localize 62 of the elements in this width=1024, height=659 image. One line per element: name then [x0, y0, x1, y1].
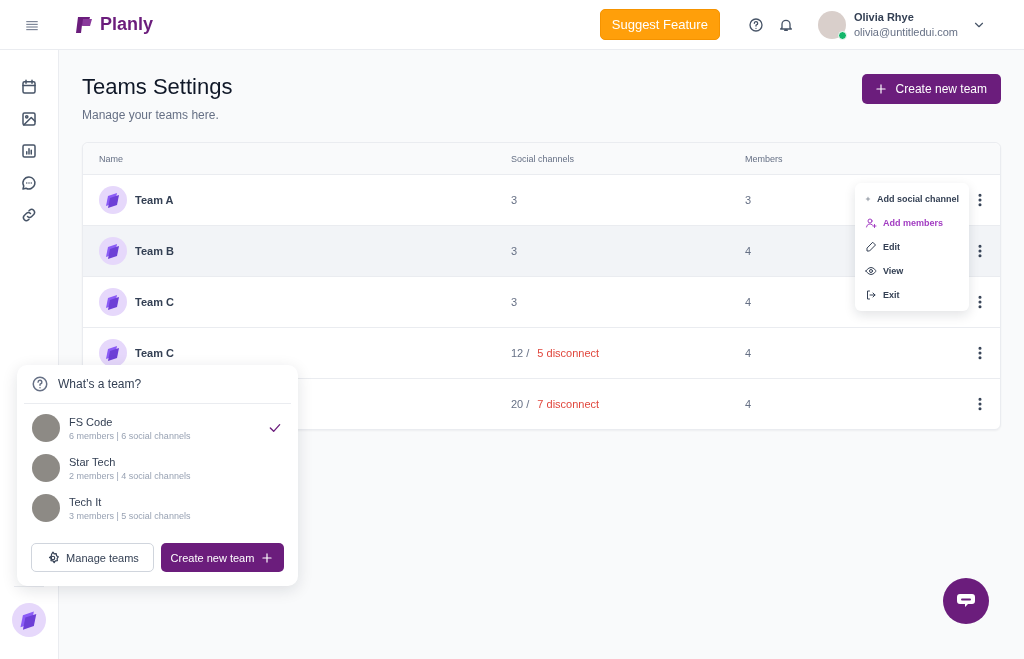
team-logo-icon: [99, 339, 127, 367]
team-name: Team C: [135, 296, 174, 308]
chat-bubble-icon[interactable]: [20, 174, 38, 192]
team-option[interactable]: Star Tech 2 members | 4 social channels: [24, 448, 291, 488]
team-name: Tech It: [69, 495, 103, 508]
help-icon[interactable]: [31, 375, 49, 393]
team-switcher-icon[interactable]: [12, 603, 46, 637]
social-channels-count: 3: [511, 194, 518, 206]
team-details: 3 members | 5 social channels: [69, 510, 192, 521]
members-count: 3: [745, 194, 752, 206]
chat-button[interactable]: [943, 578, 989, 624]
create-team-button[interactable]: Create new team: [861, 74, 1001, 104]
column-header: Name: [99, 153, 123, 164]
social-channels-count: 12 /: [511, 347, 530, 359]
team-option[interactable]: Tech It 3 members | 5 social channels: [24, 488, 291, 528]
members-count: 4: [745, 398, 752, 410]
image-icon[interactable]: [20, 110, 38, 128]
calendar-icon[interactable]: [20, 78, 38, 96]
menu-item[interactable]: Exit: [855, 283, 969, 307]
create-team-button[interactable]: Create new team: [161, 543, 284, 572]
link-icon[interactable]: [20, 206, 38, 224]
team-name: Team A: [135, 194, 174, 206]
team-details: 6 members | 6 social channels: [69, 430, 192, 441]
social-channels-count: 3: [511, 245, 518, 257]
members-count: 4: [745, 296, 752, 308]
social-channels-count: 3: [511, 296, 518, 308]
plus-icon: [260, 550, 275, 565]
team-photo-placeholder: [32, 454, 60, 482]
members-count: 4: [745, 347, 752, 359]
team-details: 2 members | 4 social channels: [69, 470, 192, 481]
team-name: Team C: [135, 347, 174, 359]
manage-teams-button[interactable]: Manage teams: [31, 543, 154, 572]
settings-icon: [46, 550, 61, 565]
user-name: Olivia Rhye: [853, 11, 915, 23]
plus-icon: [873, 82, 888, 96]
team-logo-icon: [99, 237, 127, 265]
bar-chart-icon[interactable]: [20, 142, 38, 160]
chat-icon: [956, 593, 976, 609]
team-logo-icon: [99, 186, 127, 214]
column-header: Social channels: [511, 153, 575, 164]
team-name: Team B: [135, 245, 174, 257]
brand-name: Planly: [100, 14, 154, 35]
pencil-icon: [865, 241, 877, 253]
user-avatar[interactable]: [817, 10, 846, 39]
page-title: Teams Settings: [82, 74, 233, 100]
column-header: Members: [745, 153, 783, 164]
members-count: 4: [745, 245, 752, 257]
page-subtitle: Manage your teams here.: [82, 108, 220, 122]
social-channels-count: 20 /: [511, 398, 530, 410]
team-logo-icon: [99, 288, 127, 316]
exit-icon: [865, 289, 877, 301]
menu-item[interactable]: Add social channel: [855, 187, 969, 211]
eye-icon: [865, 265, 877, 277]
disconnected-channels: 7 disconnect: [537, 398, 600, 410]
team-photo-placeholder: [32, 414, 60, 442]
team-photo-placeholder: [32, 494, 60, 522]
help-icon[interactable]: [747, 16, 764, 33]
menu-item[interactable]: Edit: [855, 235, 969, 259]
add-user-icon: [865, 217, 877, 229]
team-name: Star Tech: [69, 455, 117, 468]
user-email: olivia@untitledui.com: [853, 26, 958, 38]
disconnected-channels: 5 disconnect: [537, 347, 600, 359]
